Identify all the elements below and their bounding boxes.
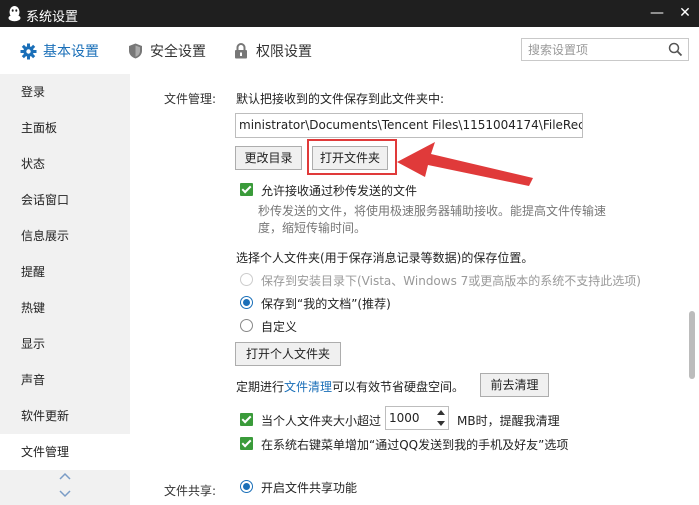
- allow-flash-transfer-label: 允许接收通过秒传发送的文件: [261, 184, 418, 198]
- personal-folder-title: 选择个人文件夹(用于保存消息记录等数据)的保存位置。: [236, 251, 534, 265]
- sidebar-item-status[interactable]: 状态: [0, 146, 130, 182]
- size-warning-label-after: MB时，提醒我清理: [457, 414, 560, 428]
- sidebar-item-file-management[interactable]: 文件管理: [0, 434, 130, 470]
- radio-my-documents[interactable]: [240, 296, 253, 309]
- sidebar-item-login[interactable]: 登录: [0, 74, 130, 110]
- file-cleanup-link[interactable]: 文件清理: [284, 380, 332, 394]
- save-path-field[interactable]: ministrator\Documents\Tencent Files\1151…: [235, 113, 583, 138]
- tab-label: 基本设置: [43, 44, 99, 60]
- sidebar-item-chat-window[interactable]: 会话窗口: [0, 182, 130, 218]
- arrow-down-icon[interactable]: [437, 421, 445, 426]
- qq-penguin-icon: [7, 5, 22, 22]
- sidebar-item-hotkeys[interactable]: 热键: [0, 290, 130, 326]
- annotation-arrow-icon: [395, 138, 535, 190]
- sidebar-item-software-update[interactable]: 软件更新: [0, 398, 130, 434]
- open-personal-folder-button[interactable]: 打开个人文件夹: [235, 342, 341, 366]
- lock-icon: [232, 42, 250, 60]
- flash-transfer-description-line2: 度，缩短传输时间。: [258, 221, 367, 235]
- annotation-highlight-box: [307, 139, 397, 175]
- radio-custom[interactable]: [240, 319, 253, 332]
- tab-basic-settings[interactable]: 基本设置: [19, 40, 99, 62]
- window-title: 系统设置: [26, 10, 79, 25]
- sidebar-item-main-panel[interactable]: 主面板: [0, 110, 130, 146]
- search-box[interactable]: [521, 38, 689, 61]
- sidebar-scroll-controls: [58, 470, 72, 504]
- radio-install-dir-label: 保存到安装目录下(Vista、Windows 7或更高版本的系统不支持此选项): [261, 274, 641, 288]
- allow-flash-transfer-checkbox[interactable]: [240, 183, 253, 196]
- sidebar-item-display[interactable]: 显示: [0, 326, 130, 362]
- size-limit-value: 1000: [389, 411, 420, 425]
- shield-icon: [126, 42, 144, 60]
- cleanup-text-after: 可以有效节省硬盘空间。: [332, 380, 465, 394]
- radio-my-documents-label: 保存到“我的文档”(推荐): [261, 297, 391, 311]
- content-scrollbar[interactable]: [689, 311, 695, 379]
- context-menu-label: 在系统右键菜单增加“通过QQ发送到我的手机及好友”选项: [261, 438, 569, 452]
- section-label-file-sharing: 文件共享:: [164, 484, 217, 498]
- context-menu-checkbox[interactable]: [240, 437, 253, 450]
- section-label-file-management: 文件管理:: [164, 92, 217, 106]
- stepper-arrows[interactable]: [434, 407, 448, 429]
- chevron-down-icon[interactable]: [58, 488, 72, 503]
- tab-security-settings[interactable]: 安全设置: [126, 40, 206, 62]
- sidebar-item-info-display[interactable]: 信息展示: [0, 218, 130, 254]
- gear-icon: [19, 42, 37, 60]
- chevron-up-icon[interactable]: [58, 470, 72, 485]
- radio-install-dir[interactable]: [240, 273, 253, 286]
- search-input[interactable]: [522, 39, 662, 60]
- sidebar-item-reminders[interactable]: 提醒: [0, 254, 130, 290]
- tab-label: 权限设置: [256, 44, 312, 60]
- radio-enable-sharing[interactable]: [240, 480, 253, 493]
- radio-custom-label: 自定义: [261, 320, 298, 334]
- size-warning-checkbox[interactable]: [240, 413, 253, 426]
- save-path-value: ministrator\Documents\Tencent Files\1151…: [239, 118, 583, 132]
- arrow-up-icon[interactable]: [437, 410, 445, 415]
- sidebar-item-sound[interactable]: 声音: [0, 362, 130, 398]
- title-bar: 系统设置 — ✕: [0, 0, 699, 27]
- sidebar: 登录 主面板 状态 会话窗口 信息展示 提醒 热键 显示 声音 软件更新 文件管…: [0, 74, 130, 505]
- cleanup-text-before: 定期进行: [236, 380, 285, 394]
- go-cleanup-button[interactable]: 前去清理: [480, 373, 549, 397]
- search-icon[interactable]: [668, 42, 683, 57]
- tab-label: 安全设置: [150, 44, 206, 60]
- close-button[interactable]: ✕: [672, 0, 698, 27]
- save-folder-description: 默认把接收到的文件保存到此文件夹中:: [236, 92, 445, 106]
- minimize-button[interactable]: —: [644, 0, 670, 27]
- size-warning-label-before: 当个人文件夹大小超过: [261, 414, 382, 428]
- enable-sharing-label: 开启文件共享功能: [261, 481, 358, 495]
- tab-permission-settings[interactable]: 权限设置: [232, 40, 312, 62]
- flash-transfer-description-line1: 秒传发送的文件，将使用极速服务器辅助接收。能提高文件传输速: [258, 204, 607, 218]
- change-directory-button[interactable]: 更改目录: [235, 146, 302, 170]
- cleanup-hint: 定期进行文件清理可以有效节省硬盘空间。: [236, 378, 464, 395]
- size-limit-stepper[interactable]: 1000: [385, 406, 449, 430]
